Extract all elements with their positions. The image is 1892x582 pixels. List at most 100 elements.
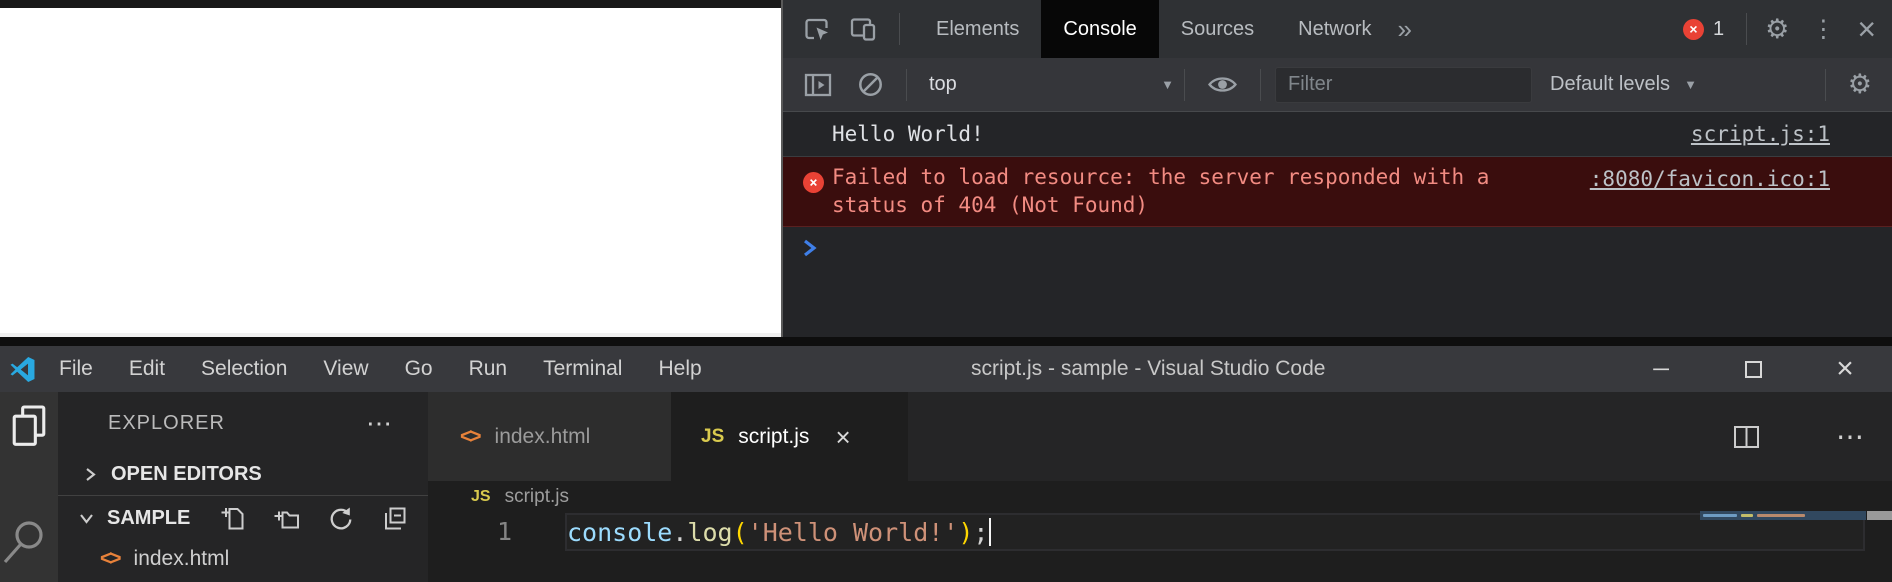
minimize-icon: ─ — [1653, 358, 1669, 380]
chevron-right-icon — [82, 466, 99, 483]
search-icon[interactable] — [2, 518, 48, 566]
new-file-icon[interactable] — [218, 505, 246, 533]
live-expression-eye-icon[interactable] — [1207, 74, 1238, 95]
explorer-sidebar: EXPLORER ⋯ OPEN EDITORS SAMPLE — [58, 392, 428, 582]
screen: Elements Console Sources Network » × 1 ⚙… — [0, 0, 1892, 582]
section-sample[interactable]: SAMPLE — [58, 496, 428, 541]
clear-console-icon[interactable] — [857, 71, 884, 98]
menu-help[interactable]: Help — [640, 346, 719, 392]
collapse-folders-icon[interactable] — [380, 505, 408, 533]
javascript-context-selector[interactable]: top ▼ — [907, 58, 1184, 112]
html-file-icon: <> — [100, 547, 122, 571]
source-link-favicon[interactable]: :8080/favicon.ico:1 — [1590, 167, 1830, 191]
console-messages-area[interactable]: Hello World! script.js:1 × Failed to loa… — [783, 112, 1892, 337]
explorer-files-icon[interactable] — [10, 404, 48, 448]
tab-script-js[interactable]: JS script.js × — [671, 392, 908, 481]
context-selected-value: top — [929, 73, 957, 96]
code-token: ; — [973, 518, 988, 547]
maximize-button[interactable] — [1707, 346, 1799, 392]
tab-sources[interactable]: Sources — [1159, 0, 1276, 58]
console-log-row: Hello World! script.js:1 — [783, 112, 1892, 157]
js-file-icon: JS — [471, 489, 491, 505]
log-levels-dropdown[interactable]: Default levels ▼ — [1550, 73, 1697, 96]
console-settings-gear-icon[interactable]: ⚙ — [1848, 69, 1872, 100]
file-item-label: index.html — [134, 547, 230, 571]
console-filter-input[interactable] — [1275, 67, 1532, 103]
editor-tab-bar: <> index.html JS script.js × ⋯ — [428, 392, 1892, 481]
section-open-editors[interactable]: OPEN EDITORS — [58, 454, 428, 495]
device-toolbar-icon[interactable] — [849, 15, 877, 43]
console-error-row: × Failed to load resource: the server re… — [783, 157, 1892, 227]
code-token: log — [687, 518, 732, 547]
divider — [899, 13, 900, 45]
vscode-body: EXPLORER ⋯ OPEN EDITORS SAMPLE — [0, 392, 1892, 582]
explorer-actions — [218, 505, 408, 533]
console-log-text: Hello World! — [832, 122, 984, 146]
tab-index-html[interactable]: <> index.html — [428, 392, 671, 481]
activity-bar — [0, 392, 58, 582]
log-levels-value: Default levels — [1550, 73, 1670, 96]
divider — [1184, 69, 1185, 101]
window-controls: ─ × — [1615, 346, 1891, 392]
source-link-script-js[interactable]: script.js:1 — [1691, 122, 1830, 146]
more-tabs-icon[interactable]: » — [1398, 14, 1412, 45]
error-badge-icon[interactable]: × — [1683, 19, 1704, 40]
html-file-icon: <> — [460, 425, 482, 449]
minimap[interactable] — [1700, 511, 1866, 520]
divider — [1260, 69, 1261, 101]
breadcrumb[interactable]: JS script.js — [471, 481, 1892, 513]
text-cursor — [989, 518, 991, 546]
tab-network[interactable]: Network — [1276, 0, 1393, 58]
tab-elements[interactable]: Elements — [914, 0, 1041, 58]
vscode-logo-icon — [10, 357, 35, 382]
tab-console[interactable]: Console — [1041, 0, 1158, 58]
chevron-down-icon: ▼ — [1161, 77, 1174, 92]
devtools-menu-kebab-icon[interactable]: ⋮ — [1811, 15, 1835, 44]
maximize-icon — [1745, 361, 1762, 378]
minimap-code-mark — [1703, 514, 1737, 517]
sidebar-title: EXPLORER — [108, 412, 225, 435]
window-gap — [0, 337, 1892, 346]
error-line-2: status of 404 (Not Found) — [832, 191, 1892, 219]
sidebar-more-actions-icon[interactable]: ⋯ — [366, 408, 392, 439]
code-line-1[interactable]: console.log('Hello World!'); — [567, 513, 991, 551]
menu-selection[interactable]: Selection — [183, 346, 305, 392]
menu-edit[interactable]: Edit — [111, 346, 183, 392]
editor-more-actions-icon[interactable]: ⋯ — [1836, 420, 1864, 453]
devtools-close-icon[interactable]: × — [1857, 13, 1876, 45]
code-token: ) — [958, 518, 973, 547]
line-number: 1 — [428, 513, 512, 551]
menu-run[interactable]: Run — [451, 346, 526, 392]
code-area[interactable]: 1 console.log('Hello World!'); — [428, 513, 1892, 582]
window-title: script.js - sample - Visual Studio Code — [971, 346, 1325, 392]
menu-file[interactable]: File — [41, 346, 111, 392]
tab-label: script.js — [738, 425, 809, 449]
menu-terminal[interactable]: Terminal — [525, 346, 640, 392]
tab-close-icon[interactable]: × — [835, 424, 850, 450]
close-button[interactable]: × — [1799, 346, 1891, 392]
editor-scrollbar-thumb[interactable] — [1867, 511, 1892, 520]
minimize-button[interactable]: ─ — [1615, 346, 1707, 392]
chevron-down-icon: ▼ — [1684, 77, 1697, 92]
browser-blank-page[interactable] — [0, 8, 781, 337]
code-token: ( — [733, 518, 748, 547]
devtools-settings-gear-icon[interactable]: ⚙ — [1765, 14, 1789, 45]
console-prompt[interactable] — [783, 227, 1892, 261]
code-token: 'Hello World!' — [748, 518, 959, 547]
js-file-icon: JS — [701, 427, 724, 446]
console-sidebar-toggle-icon[interactable] — [803, 71, 833, 99]
sidebar-header: EXPLORER ⋯ — [58, 392, 428, 454]
error-count[interactable]: 1 — [1713, 18, 1724, 41]
split-editor-icon[interactable] — [1733, 425, 1760, 449]
divider — [1825, 69, 1826, 101]
inspect-element-icon[interactable] — [803, 15, 831, 43]
divider — [1746, 13, 1747, 45]
refresh-icon[interactable] — [326, 505, 354, 533]
file-item-index-html[interactable]: <> index.html — [58, 541, 428, 577]
code-token: . — [672, 518, 687, 547]
menu-go[interactable]: Go — [387, 346, 451, 392]
code-token: console — [567, 518, 672, 547]
menu-view[interactable]: View — [305, 346, 386, 392]
new-folder-icon[interactable] — [272, 505, 300, 533]
breadcrumb-file-name: script.js — [505, 486, 569, 508]
